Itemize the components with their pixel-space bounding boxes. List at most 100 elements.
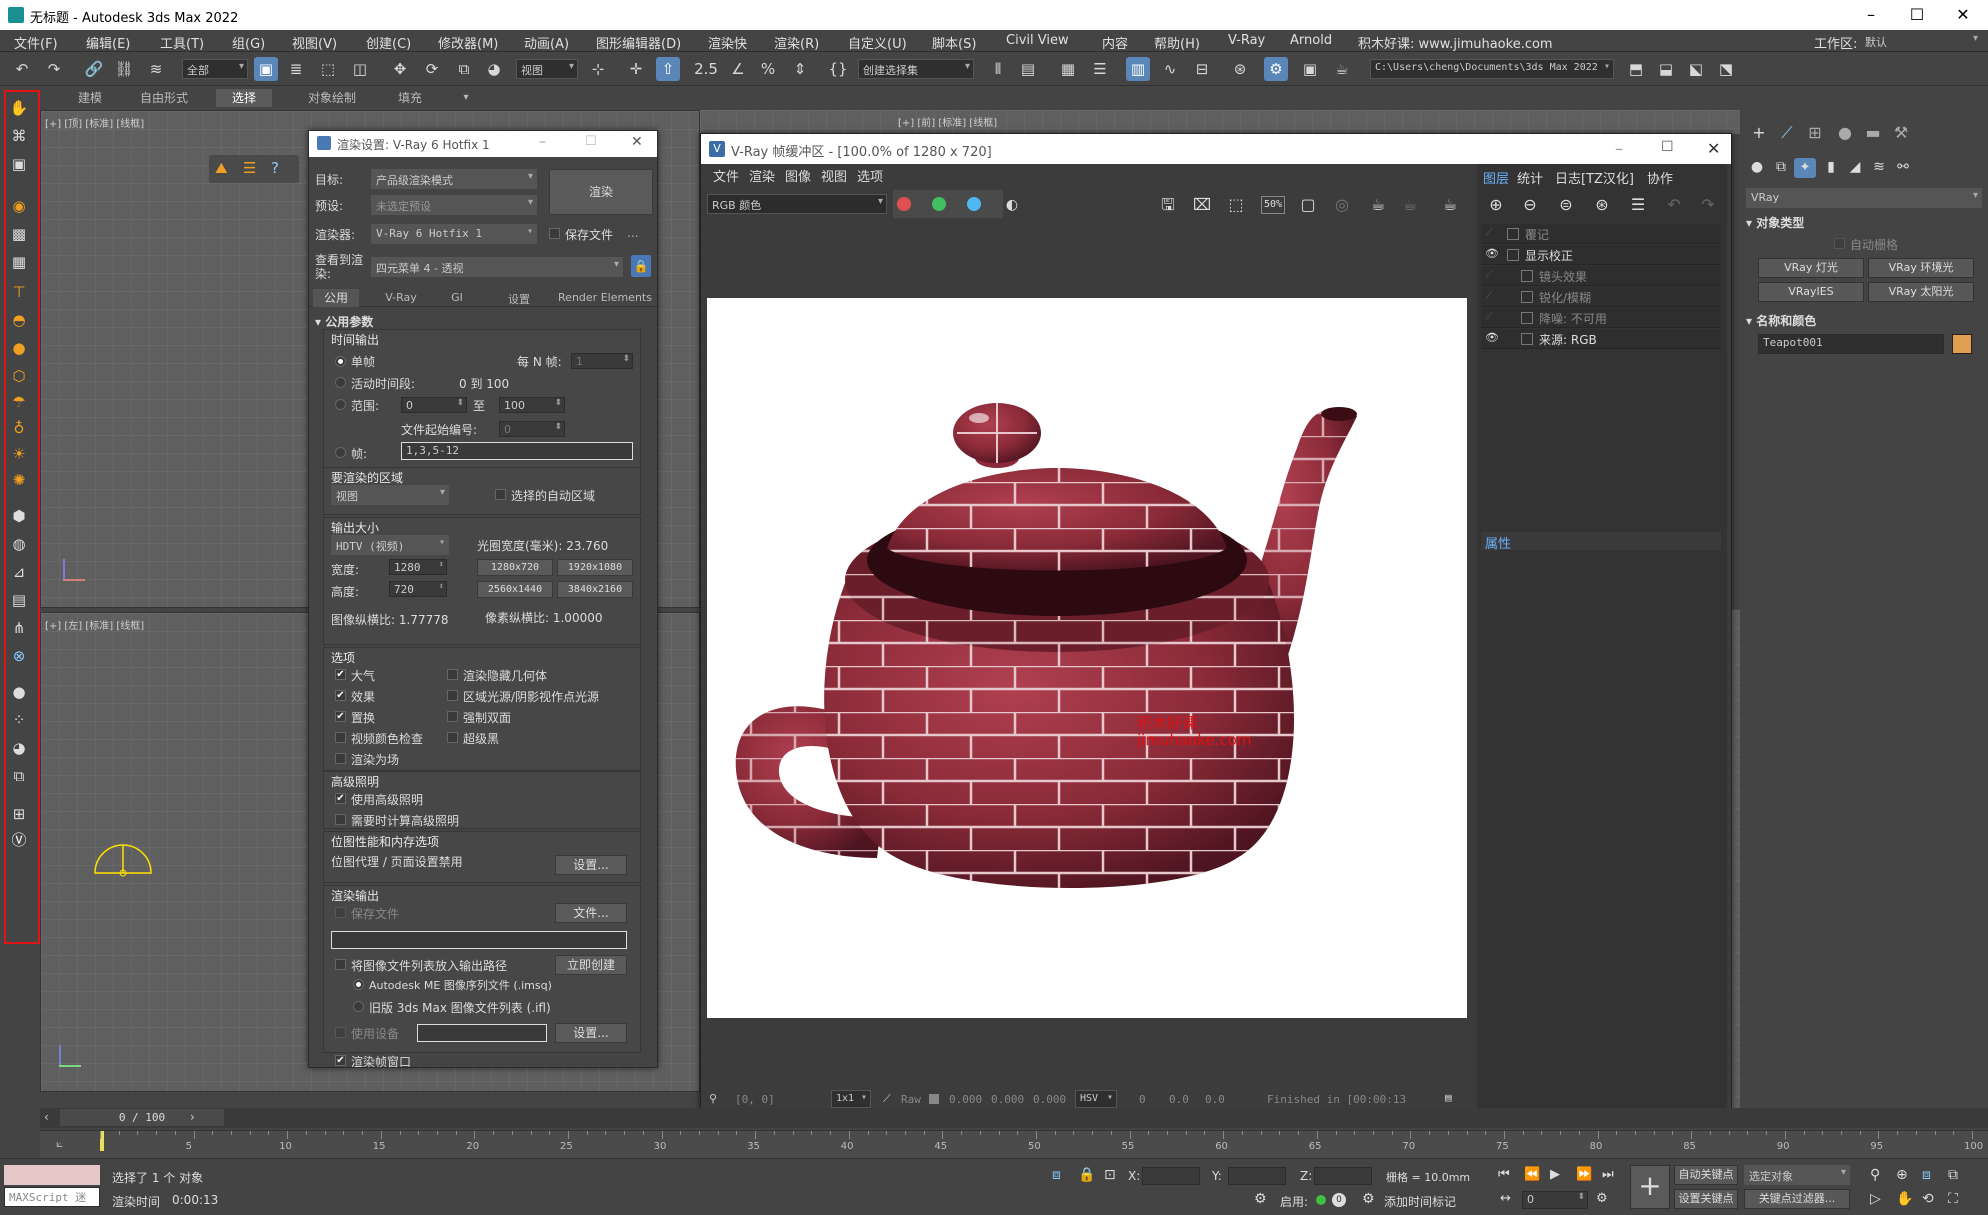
- maxscript-listener-top[interactable]: [4, 1165, 100, 1185]
- minimize-icon[interactable]: –: [1848, 0, 1894, 30]
- layer-visibility-icon[interactable]: ⟋: [1485, 310, 1493, 324]
- keyboard-shortcut-override-icon[interactable]: ⇧: [656, 57, 680, 81]
- menu-scripting[interactable]: 脚本(S): [932, 33, 976, 52]
- range-radio[interactable]: [335, 399, 346, 410]
- color-picker-icon[interactable]: ⟋: [883, 1092, 891, 1106]
- unlink-icon[interactable]: ⛓: [112, 57, 136, 81]
- pivot-center-icon[interactable]: ⊹: [586, 57, 610, 81]
- frames-input[interactable]: 1,3,5-12: [401, 442, 633, 460]
- bitmap-setup-button[interactable]: 设置...: [555, 855, 627, 875]
- ifl-radio[interactable]: [353, 1001, 364, 1012]
- zoom-extents-icon[interactable]: ⧈: [1922, 1167, 1931, 1183]
- window-crossing-icon[interactable]: ◫: [348, 57, 372, 81]
- display-panel-icon[interactable]: ▬: [1862, 122, 1884, 144]
- mini-curve-editor-icon[interactable]: ⟀: [56, 1136, 63, 1151]
- menu-arnold[interactable]: Arnold: [1290, 33, 1332, 48]
- viewport-front[interactable]: [+] [前] [标准] [线框]: [700, 110, 1740, 134]
- option-left-2-checkbox[interactable]: ✔: [335, 711, 346, 722]
- object-name-input[interactable]: Teapot001: [1758, 334, 1944, 354]
- menu-content[interactable]: 内容: [1102, 33, 1128, 52]
- play-icon[interactable]: ▶: [1550, 1167, 1560, 1182]
- menu-edit[interactable]: 编辑(E): [86, 33, 130, 52]
- auto-key-button[interactable]: 自动关键点: [1674, 1165, 1738, 1185]
- vfb-menu-file[interactable]: 文件: [713, 166, 739, 185]
- link-icon[interactable]: 🔗: [82, 57, 106, 81]
- vray-ies-button[interactable]: VRayIES: [1758, 282, 1864, 302]
- angle-snap-icon[interactable]: ∠: [726, 57, 750, 81]
- reference-coordinate-dropdown[interactable]: 视图: [516, 59, 578, 79]
- viewport-front-label[interactable]: [+] [前] [标准] [线框]: [898, 114, 997, 129]
- set-key-button[interactable]: 设置关键点: [1674, 1189, 1738, 1209]
- vfb-menu-options[interactable]: 选项: [857, 166, 883, 185]
- set-key-big-button[interactable]: +: [1630, 1165, 1670, 1209]
- menu-view[interactable]: 视图(V): [292, 33, 337, 52]
- output-path-field[interactable]: [331, 931, 627, 949]
- pick-icon[interactable]: ⚲: [709, 1092, 717, 1105]
- layer-visibility-icon[interactable]: ⟋: [1485, 226, 1493, 240]
- renderer-dropdown[interactable]: V-Ray 6 Hotfix 1: [371, 224, 537, 244]
- common-parameters-rollout[interactable]: ▾ 公用参数: [315, 313, 373, 330]
- select-object-icon[interactable]: ▣: [254, 57, 278, 81]
- red-channel-icon[interactable]: [897, 197, 911, 211]
- vfb-minimize-icon[interactable]: –: [1615, 139, 1623, 158]
- zoom-all-icon[interactable]: ⊕: [1896, 1167, 1908, 1183]
- interactive-render-icon[interactable]: ☕: [1367, 194, 1389, 216]
- range-to-spinner[interactable]: 100: [499, 397, 565, 413]
- redo-icon[interactable]: ↷: [42, 57, 66, 81]
- load-layers-icon[interactable]: ⊛: [1591, 194, 1613, 216]
- vray-sun-button[interactable]: VRay 太阳光: [1868, 282, 1974, 302]
- render-setup-maximize-icon[interactable]: ☐: [585, 134, 597, 149]
- object-type-rollout[interactable]: ▾ 对象类型: [1746, 214, 1804, 231]
- viewport-left-label[interactable]: [+] [左] [标准] [线框]: [45, 617, 144, 632]
- menu-jimuhaoke[interactable]: 积木好课: www.jimuhaoke.com: [1358, 33, 1553, 52]
- zoom-icon[interactable]: ⚲: [1870, 1167, 1880, 1183]
- scale-icon[interactable]: ⧉: [452, 57, 476, 81]
- time-slider[interactable]: ‹ 0 / 100 ›: [40, 1108, 1988, 1128]
- tab-collab[interactable]: 协作: [1647, 168, 1673, 187]
- vfb-channel-dropdown[interactable]: RGB 颜色: [707, 194, 887, 214]
- save-file-browse-button[interactable]: ...: [627, 226, 638, 240]
- systems-icon[interactable]: ⚯: [1892, 156, 1914, 178]
- adaptive-degradation-icon[interactable]: ⚙: [1254, 1191, 1267, 1207]
- maximize-icon[interactable]: ☐: [1894, 0, 1940, 30]
- layer-row[interactable]: ⟋ 锐化/模糊: [1481, 287, 1721, 307]
- time-tag-icon[interactable]: ⚙: [1362, 1191, 1375, 1207]
- vfb-scale-dropdown[interactable]: 1x1: [831, 1090, 871, 1108]
- vfb-maximize-icon[interactable]: ☐: [1661, 139, 1674, 155]
- archive-project-icon[interactable]: ⬔: [1714, 57, 1738, 81]
- preset-1920x1080-button[interactable]: 1920x1080: [557, 559, 633, 576]
- scene-explorer-icon[interactable]: ▦: [1056, 57, 1080, 81]
- vfb-menu-view[interactable]: 视图: [821, 166, 847, 185]
- menu-civil-view[interactable]: Civil View: [1006, 33, 1069, 48]
- render-setup-minimize-icon[interactable]: –: [539, 134, 546, 150]
- render-button[interactable]: 渲染: [549, 169, 653, 215]
- add-layer-icon[interactable]: ⊕: [1485, 194, 1507, 216]
- alpha-channel-icon[interactable]: ◐: [1001, 194, 1023, 216]
- vray-light-button[interactable]: VRay 灯光: [1758, 258, 1864, 278]
- rendered-image[interactable]: 积木好课 jimuhaoke.com: [707, 298, 1467, 1018]
- viewport-help-icon[interactable]: ?: [271, 159, 279, 177]
- lights-icon[interactable]: ✦: [1794, 158, 1816, 178]
- time-prev-icon[interactable]: ‹: [44, 1110, 49, 1124]
- preset-2560x1440-button[interactable]: 2560x1440: [477, 581, 553, 598]
- track-bar[interactable]: ⟀ 5 10 15 20 25 30 35 40 45 50 55 60 65 70 75 80 85 90 95 1…: [40, 1130, 1988, 1158]
- menu-animation[interactable]: 动画(A): [524, 33, 569, 52]
- isolate-selection-icon[interactable]: ⧈: [1052, 1167, 1061, 1183]
- tab-freeform[interactable]: 自由形式: [128, 89, 200, 107]
- menu-render-quick[interactable]: 渲染快: [708, 33, 747, 52]
- y-coord-input[interactable]: [1228, 1167, 1286, 1185]
- zoom-percent-icon[interactable]: 50%: [1261, 196, 1285, 214]
- vfb-menu-render[interactable]: 渲染: [749, 166, 775, 185]
- preset-dropdown[interactable]: 未选定预设: [371, 195, 537, 215]
- absolute-mode-icon[interactable]: ⊡: [1104, 1167, 1116, 1183]
- create-panel-icon[interactable]: +: [1748, 122, 1770, 144]
- tab-log[interactable]: 日志[TZ汉化]: [1555, 168, 1634, 187]
- layer-visibility-icon[interactable]: 👁: [1485, 247, 1499, 260]
- edit-named-selection-icon[interactable]: {}: [826, 57, 850, 81]
- layer-row[interactable]: ⟋ 降噪: 不可用: [1481, 308, 1721, 328]
- snaps-toggle-icon[interactable]: 2.5: [694, 57, 718, 81]
- motion-panel-icon[interactable]: ●: [1834, 122, 1856, 144]
- add-time-tag[interactable]: 添加时间标记: [1384, 1193, 1456, 1210]
- save-image-icon[interactable]: 🖫: [1157, 194, 1179, 216]
- output-size-preset-dropdown[interactable]: HDTV (视频): [331, 535, 449, 555]
